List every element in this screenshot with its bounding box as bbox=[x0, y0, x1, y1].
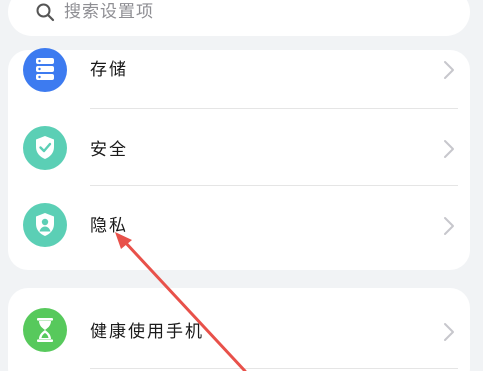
settings-item-security[interactable]: 安全 bbox=[8, 122, 470, 174]
hourglass-icon bbox=[23, 308, 67, 352]
settings-card-general: 存储 安全 隐私 bbox=[8, 48, 470, 270]
storage-label: 存储 bbox=[90, 60, 128, 80]
chevron-right-icon bbox=[444, 140, 454, 158]
storage-icon bbox=[23, 48, 67, 92]
settings-item-storage[interactable]: 存储 bbox=[8, 48, 470, 104]
divider bbox=[90, 368, 458, 369]
security-label: 安全 bbox=[90, 140, 128, 160]
privacy-label: 隐私 bbox=[90, 216, 128, 236]
divider bbox=[90, 185, 458, 186]
settings-item-digital-balance[interactable]: 健康使用手机 bbox=[8, 308, 470, 358]
search-bar[interactable]: 搜索设置项 bbox=[8, 0, 470, 36]
privacy-person-shield-icon bbox=[23, 203, 67, 247]
search-placeholder: 搜索设置项 bbox=[64, 2, 154, 22]
divider bbox=[90, 108, 458, 109]
chevron-right-icon bbox=[444, 61, 454, 79]
chevron-right-icon bbox=[444, 323, 454, 341]
shield-check-icon bbox=[23, 126, 67, 170]
chevron-right-icon bbox=[444, 217, 454, 235]
settings-card-wellbeing: 健康使用手机 bbox=[8, 288, 470, 371]
settings-page: 搜索设置项 存储 安全 隐私 健康使用手机 bbox=[0, 0, 483, 371]
settings-item-privacy[interactable]: 隐私 bbox=[8, 200, 470, 252]
search-icon bbox=[36, 3, 55, 22]
digital-balance-label: 健康使用手机 bbox=[90, 322, 204, 342]
